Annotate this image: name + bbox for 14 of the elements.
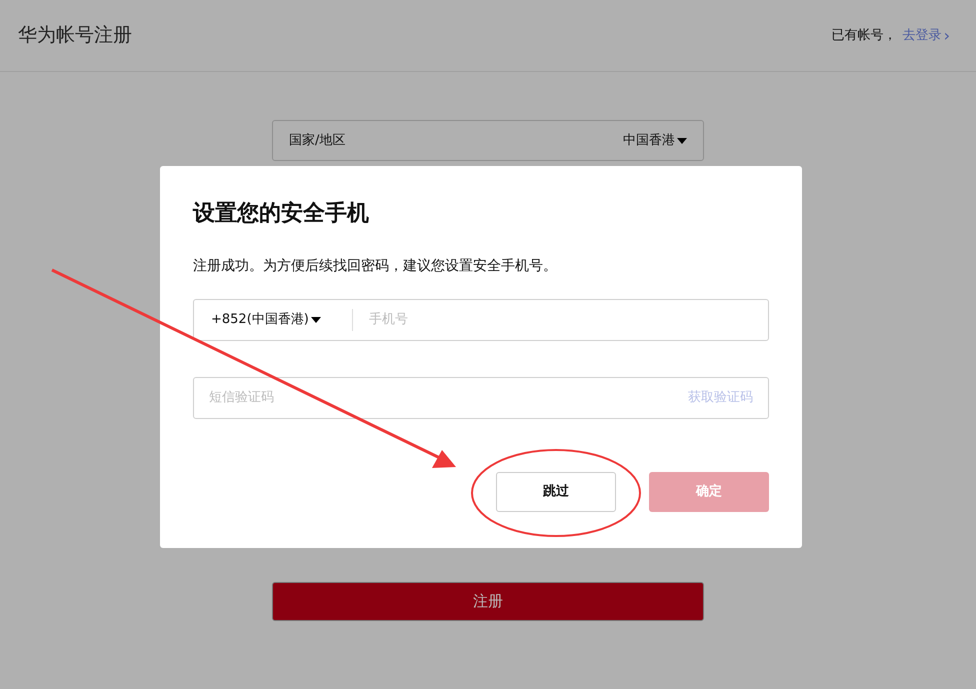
dialog-title: 设置您的安全手机 — [193, 200, 370, 228]
phone-input[interactable]: 手机号 — [369, 310, 751, 330]
caret-icon — [677, 138, 687, 144]
dialog-message: 注册成功。为方便后续找回密码，建议您设置安全手机号。 — [193, 257, 558, 276]
login-prompt: 已有帐号， — [832, 26, 897, 45]
sms-code-input[interactable]: 短信验证码 — [209, 388, 688, 408]
phone-field[interactable]: +852(中国香港) 手机号 — [193, 299, 769, 341]
page-title: 华为帐号注册 — [18, 23, 132, 48]
skip-button[interactable]: 跳过 — [496, 472, 616, 512]
chevron-icon: › — [944, 24, 950, 48]
login-link[interactable]: 去登录 — [902, 26, 942, 46]
caret-icon — [310, 317, 321, 323]
country-select[interactable]: 国家/地区 中国香港 — [272, 120, 704, 161]
register-button[interactable]: 注册 — [272, 582, 704, 621]
